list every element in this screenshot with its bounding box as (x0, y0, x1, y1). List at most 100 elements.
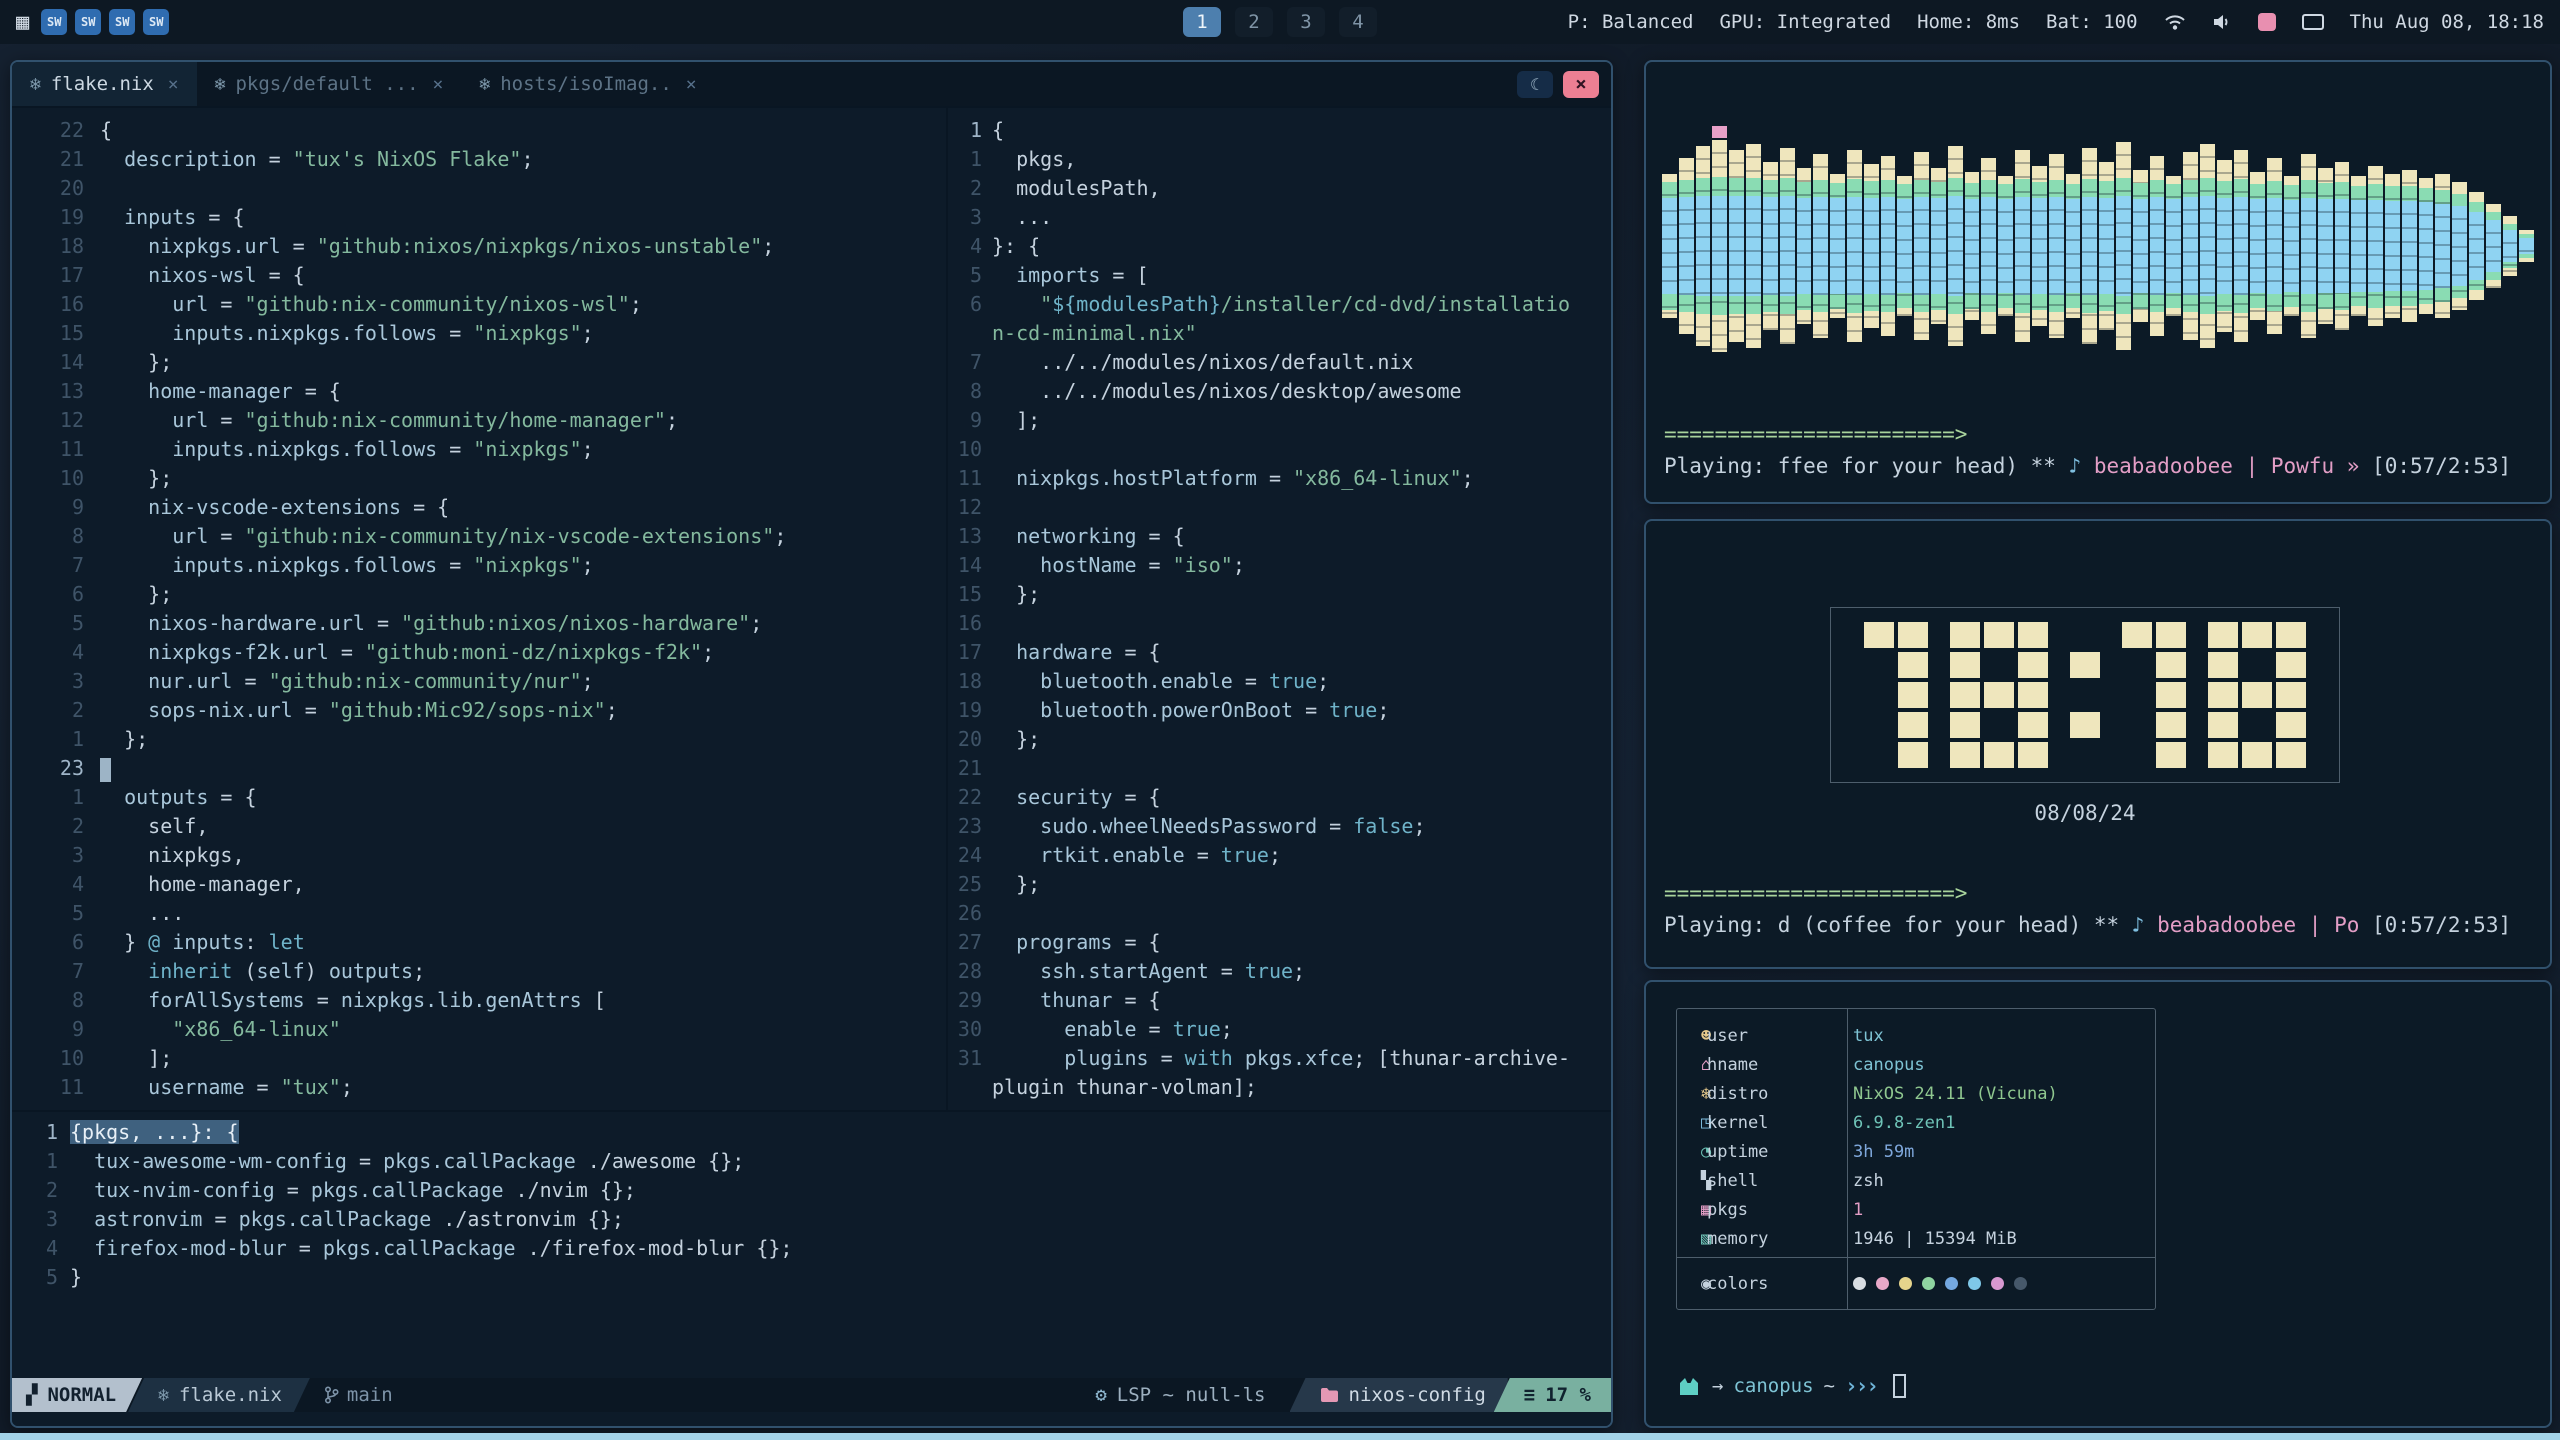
code-line: 1{pkgs, ...}: { (12, 1118, 1611, 1147)
visualizer-bar (2318, 76, 2333, 416)
prompt-host: canopus (1733, 1375, 1813, 1397)
fetch-divider (1847, 1009, 1848, 1309)
line-number: 21 (12, 145, 100, 174)
app-launcher-icon[interactable]: ▦ (16, 10, 29, 35)
line-number: 7 (12, 957, 100, 986)
fetch-row: ▧memory1946 | 15394 MiB (1677, 1224, 2155, 1253)
code-pane-iso-image[interactable]: 1{1 pkgs,2 modulesPath,3 ...4}: {5 impor… (946, 108, 1611, 1110)
code-text: nixpkgs-f2k.url = "github:moni-dz/nixpkg… (100, 638, 714, 667)
statusline-scroll: ≡ 17 % (1494, 1378, 1611, 1412)
tab-hosts-isoimag-[interactable]: ❄hosts/isoImag..× (461, 62, 714, 106)
editor-tabs: ❄flake.nix×❄pkgs/default ...×❄hosts/isoI… (12, 62, 715, 106)
topbar-right: P: BalancedGPU: IntegratedHome: 8msBat: … (1568, 11, 2544, 33)
workspace-tag-3[interactable]: 3 (1287, 7, 1325, 37)
line-number: 20 (12, 174, 100, 203)
topbar: ▦ SW SW SW SW 1234 P: BalancedGPU: Integrat… (0, 0, 2560, 44)
clock-cell (1898, 742, 1928, 768)
code-pane-flake-nix[interactable]: 22{21 description = "tux's NixOS Flake";… (12, 108, 946, 1110)
clock-digits (1864, 622, 2306, 768)
prompt-chevrons: ››› (1845, 1374, 1877, 1398)
statusline-lsp: ⚙ LSP ~ null-ls (1095, 1378, 1289, 1412)
theme-toggle-button[interactable]: ☾ (1517, 71, 1553, 98)
layout-monitor-icon[interactable] (2302, 14, 2324, 30)
code-text: bluetooth.enable = true; (992, 667, 1329, 696)
code-text: rtkit.enable = true; (992, 841, 1281, 870)
tray-badge[interactable]: SW (75, 9, 101, 35)
visualizer-bar (2066, 76, 2081, 416)
visualizer-bar (2486, 76, 2501, 416)
code-line: 5 ... (12, 899, 946, 928)
code-line: 8 ../../modules/nixos/desktop/awesome (948, 377, 1611, 406)
workspace-tag-4[interactable]: 4 (1339, 7, 1377, 37)
clock-text: Thu Aug 08, 18:18 (2350, 11, 2544, 33)
nix-icon: ❄ (30, 74, 41, 95)
line-number: 11 (12, 1073, 100, 1102)
workspace-tag-1[interactable]: 1 (1183, 7, 1221, 37)
tab-pkgs-default-[interactable]: ❄pkgs/default ...× (197, 62, 462, 106)
line-number: 27 (948, 928, 992, 957)
code-line: 26 (948, 899, 1611, 928)
line-number: 3 (12, 841, 100, 870)
color-swatch-icon[interactable] (2258, 13, 2276, 31)
code-text: nix-vscode-extensions = { (100, 493, 449, 522)
line-number: 23 (948, 812, 992, 841)
audio-visualizer (1662, 76, 2534, 416)
code-line: 12 (948, 493, 1611, 522)
line-number: 26 (948, 899, 992, 928)
code-text: }; (100, 348, 172, 377)
code-line: 11 nixpkgs.hostPlatform = "x86_64-linux"… (948, 464, 1611, 493)
tray-badge[interactable]: SW (143, 9, 169, 35)
code-text: tux-awesome-wm-config = pkgs.callPackage… (70, 1147, 744, 1176)
clock-cell (1898, 682, 1928, 708)
tab-close-icon[interactable]: × (433, 74, 444, 95)
fetch-label: kernel (1707, 1113, 1823, 1133)
line-number: 6 (948, 290, 992, 319)
branch-label: main (347, 1384, 393, 1406)
visualizer-bar (1679, 76, 1694, 416)
tab-flake-nix[interactable]: ❄flake.nix× (12, 62, 197, 106)
kernel-icon: ◳ (1677, 1113, 1707, 1133)
line-number: 29 (948, 986, 992, 1015)
gear-icon: ⚙ (1095, 1384, 1106, 1406)
code-line: 1 pkgs, (948, 145, 1611, 174)
tab-close-icon[interactable]: × (686, 74, 697, 95)
line-number: 5 (948, 261, 992, 290)
tray-badge[interactable]: SW (109, 9, 135, 35)
clock-cell (1864, 712, 1894, 738)
editor-window: ❄flake.nix×❄pkgs/default ...×❄hosts/isoI… (10, 60, 1613, 1428)
clock-cell (2070, 682, 2100, 708)
clock-cell (2070, 742, 2100, 768)
tab-close-icon[interactable]: × (168, 74, 179, 95)
visualizer-bar (1797, 76, 1812, 416)
tray-badge[interactable]: SW (41, 9, 67, 35)
line-number: 1 (948, 116, 992, 145)
code-text: enable = true; (992, 1015, 1233, 1044)
code-pane-pkgs-default[interactable]: 1{pkgs, ...}: {1 tux-awesome-wm-config =… (12, 1110, 1611, 1378)
code-line: 2 tux-nvim-config = pkgs.callPackage ./n… (12, 1176, 1611, 1205)
command-line[interactable] (12, 1412, 1611, 1426)
window-close-button[interactable]: × (1563, 71, 1599, 98)
workspace-tag-2[interactable]: 2 (1235, 7, 1273, 37)
code-text: inputs.nixpkgs.follows = "nixpkgs"; (100, 435, 594, 464)
line-number: 9 (12, 493, 100, 522)
volume-icon[interactable] (2212, 13, 2232, 31)
code-line: 4 home-manager, (12, 870, 946, 899)
now-playing-line: Playing: ffee for your head) ** ♪ beabad… (1664, 454, 2511, 478)
code-line: 14 }; (12, 348, 946, 377)
status-text: GPU: Integrated (1719, 11, 1891, 33)
code-line: 2 self, (12, 812, 946, 841)
wifi-icon[interactable] (2164, 13, 2186, 31)
line-number: 17 (12, 261, 100, 290)
visualizer-bar (2250, 76, 2265, 416)
clock-cell (2018, 652, 2048, 678)
fetch-row: ▦pkgs1 (1677, 1195, 2155, 1224)
shell-prompt[interactable]: → canopus ~ ››› (1676, 1374, 1906, 1398)
code-line: 11 inputs.nixpkgs.follows = "nixpkgs"; (12, 435, 946, 464)
clock-cell (1864, 682, 1894, 708)
line-number: 15 (12, 319, 100, 348)
clock-cell (1950, 712, 1980, 738)
clock-cell (2070, 622, 2100, 648)
line-number: 6 (12, 580, 100, 609)
code-text: ]; (992, 406, 1040, 435)
code-line: 5 nixos-hardware.url = "github:nixos/nix… (12, 609, 946, 638)
